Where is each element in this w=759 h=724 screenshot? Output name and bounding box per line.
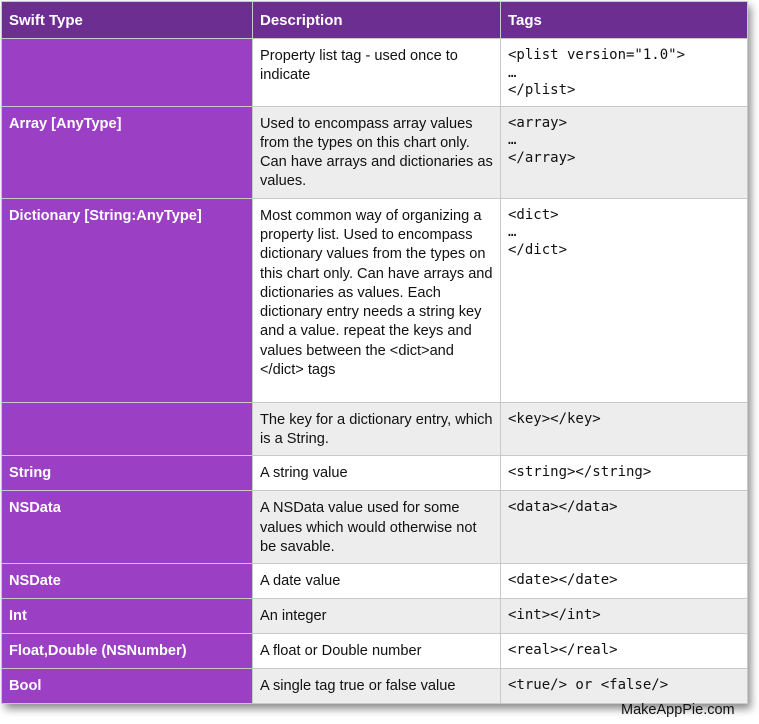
description-cell: A single tag true or false value bbox=[252, 668, 501, 705]
tags-cell: <string></string> bbox=[500, 455, 748, 492]
description-cell: An integer bbox=[252, 598, 501, 635]
tag-line: … bbox=[508, 132, 517, 148]
plist-types-table-container: Swift Type Description Tags Property lis… bbox=[1, 1, 748, 705]
tag-line: <data></data> bbox=[508, 499, 618, 516]
header-description: Description bbox=[252, 1, 501, 39]
table-header-row: Swift Type Description Tags bbox=[1, 1, 748, 39]
tag-line: </plist> bbox=[508, 82, 576, 98]
table-row: Property list tag - used once to indicat… bbox=[1, 38, 748, 107]
description-cell: Most common way of organizing a property… bbox=[252, 197, 501, 403]
description-cell: A NSData value used for some values whic… bbox=[252, 490, 501, 565]
tags-cell: <key></key> bbox=[500, 401, 748, 457]
tag-line: <true/> or <false/> bbox=[508, 677, 669, 694]
tag-line: … bbox=[508, 64, 517, 81]
tag-line: <array> bbox=[508, 114, 568, 131]
table-row: NSDate A date value <date></date> bbox=[1, 563, 748, 600]
table-row: The key for a dictionary entry, which is… bbox=[1, 401, 748, 457]
tag-line: <real></real> bbox=[508, 642, 618, 659]
tag-line: <key></key> bbox=[508, 410, 601, 427]
tags-cell: <true/> or <false/> bbox=[500, 668, 748, 705]
tag-line: <date></date> bbox=[508, 572, 618, 589]
header-tags: Tags bbox=[500, 1, 748, 39]
footer-credit: MakeAppPie.com bbox=[621, 702, 735, 718]
table-row: Int An integer <int></int> bbox=[1, 598, 748, 635]
description-cell: A float or Double number bbox=[252, 633, 501, 670]
swift-type-cell: Array [AnyType] bbox=[1, 105, 253, 199]
table-body: Property list tag - used once to indicat… bbox=[1, 38, 748, 705]
tag-line: <plist version="1.0"> bbox=[508, 47, 686, 63]
tags-cell: <real></real> bbox=[500, 633, 748, 670]
tags-cell: <plist version="1.0">… </plist> bbox=[500, 38, 748, 107]
tag-line: … bbox=[508, 224, 517, 241]
swift-type-cell: Dictionary [String:AnyType] bbox=[1, 197, 253, 403]
swift-type-cell bbox=[1, 401, 253, 457]
tag-line: <int></int> bbox=[508, 607, 601, 624]
tags-cell: <date></date> bbox=[500, 563, 748, 600]
table-row: Float,Double (NSNumber) A float or Double… bbox=[1, 633, 748, 670]
tags-cell: <dict>… </dict> bbox=[500, 197, 748, 403]
description-cell: Used to encompass array values from the … bbox=[252, 105, 501, 199]
swift-type-cell bbox=[1, 38, 253, 107]
tag-line: <dict> bbox=[508, 206, 559, 223]
tags-cell: <data></data> bbox=[500, 490, 748, 565]
description-cell: A string value bbox=[252, 455, 501, 492]
swift-type-cell: Bool bbox=[1, 668, 253, 705]
description-cell: The key for a dictionary entry, which is… bbox=[252, 401, 501, 457]
description-cell: Property list tag - used once to indicat… bbox=[252, 38, 501, 107]
table-row: Bool A single tag true or false value <tru… bbox=[1, 668, 748, 705]
description-cell: A date value bbox=[252, 563, 501, 600]
tag-line: </array> bbox=[508, 149, 576, 166]
swift-type-cell: String bbox=[1, 455, 253, 492]
tags-cell: <int></int> bbox=[500, 598, 748, 635]
table-row: String A string value <string></string> bbox=[1, 455, 748, 492]
tag-line: </dict> bbox=[508, 241, 568, 258]
table-row: NSData A NSData value used for some value… bbox=[1, 490, 748, 565]
tag-line: <string></string> bbox=[508, 464, 652, 481]
header-swift-type: Swift Type bbox=[1, 1, 253, 39]
tags-cell: <array>… </array> bbox=[500, 105, 748, 199]
table-row: Dictionary [String:AnyType] Most common w… bbox=[1, 197, 748, 403]
plist-types-table: Swift Type Description Tags Property lis… bbox=[1, 1, 748, 705]
swift-type-cell: NSDate bbox=[1, 563, 253, 600]
swift-type-cell: NSData bbox=[1, 490, 253, 565]
table-row: Array [AnyType] Used to encompass array v… bbox=[1, 105, 748, 199]
swift-type-cell: Int bbox=[1, 598, 253, 635]
swift-type-cell: Float,Double (NSNumber) bbox=[1, 633, 253, 670]
